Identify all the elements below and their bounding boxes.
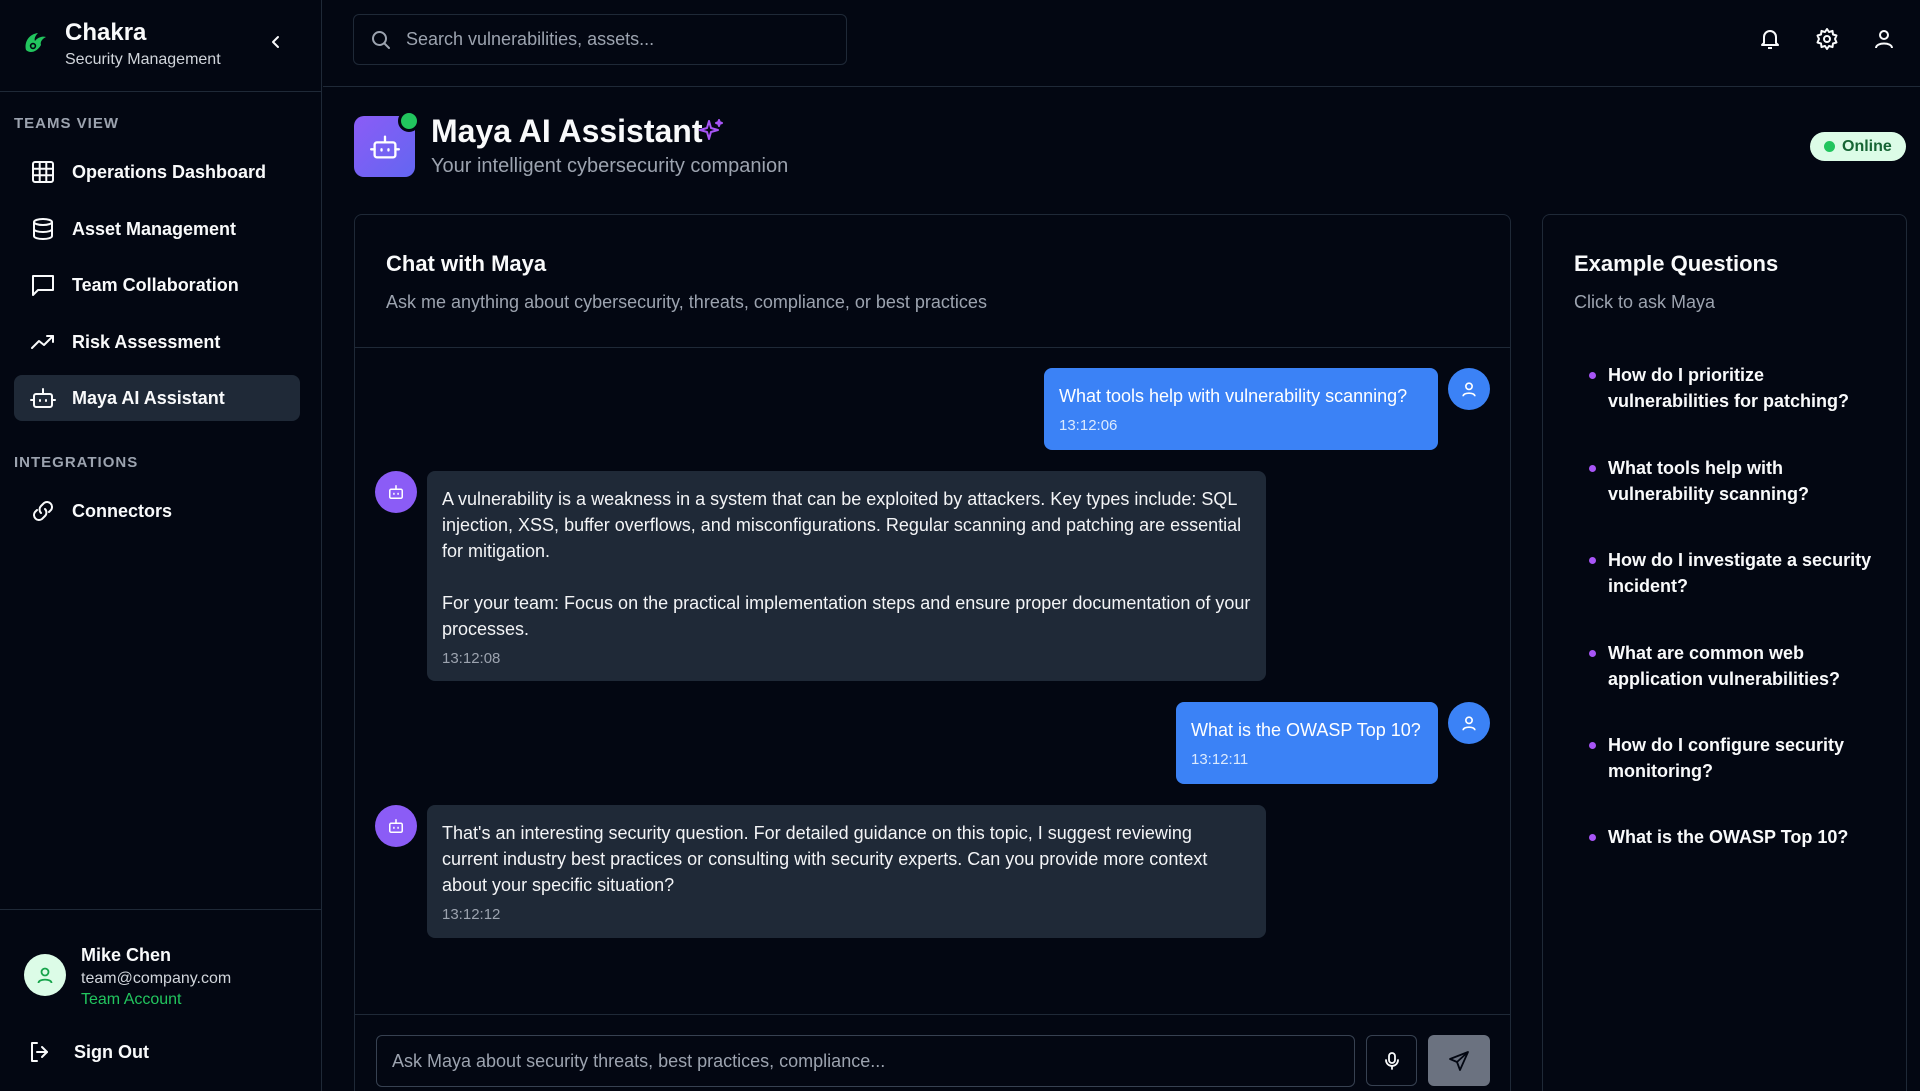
example-question[interactable]: How do I investigate a security incident… [1589, 547, 1879, 599]
user-avatar [1448, 368, 1490, 410]
message-text: That's an interesting security question.… [442, 823, 1208, 895]
user-message: What is the OWASP Top 10? 13:12:11 [1176, 702, 1438, 784]
message-text: For your team: Focus on the practical im… [442, 593, 1251, 639]
user-icon [1462, 716, 1476, 731]
topbar [323, 0, 1920, 87]
chat-composer [355, 1014, 1510, 1091]
brand-name: Chakra [65, 19, 147, 46]
trending-up-icon [31, 335, 54, 349]
assistant-avatar [375, 471, 417, 513]
database-icon [33, 218, 53, 241]
example-question[interactable]: What is the OWASP Top 10? [1589, 824, 1879, 850]
send-button[interactable] [1428, 1035, 1490, 1086]
example-question[interactable]: What tools help with vulnerability scann… [1589, 455, 1879, 507]
assistant-message: A vulnerability is a weakness in a syste… [427, 471, 1266, 681]
log-out-icon [31, 1042, 48, 1062]
sidebar-item-label: Team Collaboration [72, 274, 239, 295]
robot-icon [389, 485, 403, 499]
user-message: What tools help with vulnerability scann… [1044, 368, 1438, 450]
brand-header: Chakra Security Management [0, 0, 321, 92]
search-icon [372, 30, 390, 49]
message-text: What tools help with vulnerability scann… [1059, 386, 1408, 406]
message-time: 13:12:08 [442, 650, 501, 667]
page-subtitle: Your intelligent cybersecurity companion [431, 155, 789, 177]
search-box[interactable] [353, 14, 847, 65]
bell-icon[interactable] [1758, 27, 1782, 51]
sidebar-item-label: Operations Dashboard [72, 161, 267, 182]
sidebar-item-asset-management[interactable]: Asset Management [14, 206, 300, 252]
chevron-left-icon[interactable] [266, 32, 286, 52]
sidebar-item-label: Asset Management [72, 218, 237, 239]
user-role: Team Account [81, 991, 182, 1008]
sidebar-item-operations-dashboard[interactable]: Operations Dashboard [14, 149, 300, 195]
example-questions-panel: Example Questions Click to ask Maya How … [1542, 214, 1907, 1091]
grid-icon [32, 161, 54, 183]
user-email: team@company.com [81, 970, 232, 987]
microphone-icon [1384, 1051, 1399, 1070]
sign-out-label: Sign Out [74, 1041, 149, 1062]
sparkles-icon [699, 119, 723, 140]
sidebar-item-connectors[interactable]: Connectors [14, 488, 300, 534]
example-question[interactable]: How do I prioritize vulnerabilities for … [1589, 362, 1879, 414]
sidebar-item-risk-assessment[interactable]: Risk Assessment [14, 319, 300, 365]
microphone-button[interactable] [1366, 1035, 1417, 1086]
sidebar-item-team-collaboration[interactable]: Team Collaboration [14, 262, 300, 308]
user-avatar [1448, 702, 1490, 744]
user-icon [37, 967, 53, 984]
brand-subtitle: Security Management [65, 51, 221, 68]
message-time: 13:12:06 [1059, 417, 1118, 434]
user-profile: Mike Chen team@company.com Team Account … [0, 909, 321, 1091]
robot-icon [30, 388, 56, 408]
sign-out-button[interactable]: Sign Out [28, 1040, 149, 1064]
online-indicator [398, 110, 420, 132]
user-name: Mike Chen [81, 945, 172, 965]
status-badge: Online [1810, 132, 1906, 161]
examples-description: Click to ask Maya [1574, 292, 1716, 312]
gear-icon[interactable] [1815, 27, 1839, 51]
example-question[interactable]: What are common web application vulnerab… [1589, 640, 1879, 692]
chat-description: Ask me anything about cybersecurity, thr… [386, 292, 987, 312]
robot-icon [369, 134, 400, 159]
message-time: 13:12:12 [442, 906, 501, 923]
sidebar: Chakra Security Management TEAMS VIEW Op… [0, 0, 322, 1091]
message-text: A vulnerability is a weakness in a syste… [442, 489, 1242, 561]
section-label-integrations: INTEGRATIONS [14, 454, 139, 471]
section-label-teams-view: TEAMS VIEW [14, 115, 120, 132]
chat-input[interactable] [376, 1035, 1355, 1087]
sidebar-item-label: Maya AI Assistant [72, 387, 225, 408]
send-icon [1449, 1050, 1469, 1071]
chakra-logo-icon [25, 33, 46, 53]
assistant-avatar [375, 805, 417, 847]
link-icon [33, 501, 53, 521]
user-icon[interactable] [1872, 27, 1896, 51]
assistant-message: That's an interesting security question.… [427, 805, 1266, 938]
search-input[interactable] [406, 29, 826, 50]
chat-title: Chat with Maya [386, 251, 547, 276]
chat-header: Chat with Maya Ask me anything about cyb… [355, 215, 1510, 348]
sidebar-item-maya-ai-assistant[interactable]: Maya AI Assistant [14, 375, 300, 421]
chat-panel: Chat with Maya Ask me anything about cyb… [354, 214, 1511, 1091]
example-question[interactable]: How do I configure security monitoring? [1589, 732, 1879, 784]
sidebar-item-label: Connectors [72, 500, 173, 521]
chat-square-icon [32, 275, 54, 296]
user-icon [1462, 382, 1476, 397]
robot-icon [389, 819, 403, 833]
message-time: 13:12:11 [1191, 751, 1249, 768]
page-title: Maya AI Assistant [431, 113, 703, 149]
sidebar-item-label: Risk Assessment [72, 331, 221, 352]
message-text: What is the OWASP Top 10? [1191, 720, 1421, 740]
examples-title: Example Questions [1574, 251, 1779, 276]
avatar[interactable] [24, 954, 66, 996]
